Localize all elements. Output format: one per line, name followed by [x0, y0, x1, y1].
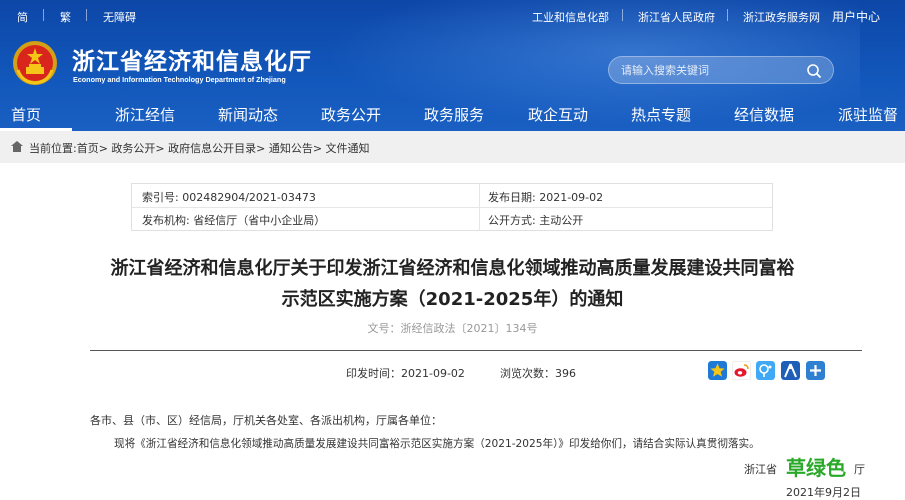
salutation: 各市、县（市、区）经信局，厅机关各处室、各派出机构，厅属各单位：: [90, 414, 442, 427]
signature: 浙江省: [744, 463, 777, 476]
nav-item-news[interactable]: 新闻动态: [218, 104, 278, 125]
traditional-chinese-link[interactable]: 繁: [60, 9, 71, 25]
nav-item-home[interactable]: 首页: [11, 104, 41, 125]
site-subtitle: Economy and Information Technology Depar…: [73, 75, 286, 84]
separator: [622, 9, 623, 21]
separator: [727, 9, 728, 21]
nav-item-zhejiang-jingxin[interactable]: 浙江经信: [115, 104, 175, 125]
simplified-chinese-link[interactable]: 简: [17, 9, 28, 25]
meta-disclosure: 公开方式: 主动公开: [488, 214, 584, 227]
separator: [86, 9, 87, 21]
nav-item-data[interactable]: 经信数据: [734, 104, 794, 125]
top-utility-bar: 简 繁 无障碍 工业和信息化部 浙江省人民政府 浙江政务服务网 用户中心: [0, 0, 905, 32]
site-header: 简 繁 无障碍 工业和信息化部 浙江省人民政府 浙江政务服务网 用户中心 浙江省…: [0, 0, 905, 131]
breadcrumb-text[interactable]: 当前位置:首页> 政务公开> 政府信息公开目录> 通知公告> 文件通知: [29, 140, 370, 156]
home-icon: [11, 141, 23, 152]
qzone-star-icon[interactable]: [708, 361, 727, 380]
search-box: [608, 56, 834, 84]
site-title[interactable]: 浙江省经济和信息化厅: [72, 42, 312, 76]
nav-item-hot-topics[interactable]: 热点专题: [631, 104, 691, 125]
document-number: 文号：浙经信政法〔2021〕134号: [367, 322, 538, 335]
meta-issuer: 发布机构: 省经信厅（省中小企业局）: [142, 214, 326, 227]
search-input[interactable]: [621, 62, 801, 79]
sign-date: 2021年9月2日: [786, 486, 861, 499]
zj-service-link[interactable]: 浙江政务服务网: [743, 9, 820, 25]
meta-publish-date: 发布日期: 2021-09-02: [488, 191, 604, 204]
user-center-link[interactable]: 用户中心: [832, 8, 880, 25]
renren-icon[interactable]: [781, 361, 800, 380]
signature-tail: 厅: [854, 463, 865, 476]
nav-item-interaction[interactable]: 政企互动: [528, 104, 588, 125]
search-icon[interactable]: [806, 63, 822, 79]
divider: [132, 207, 772, 208]
watermark-text: 草绿色: [786, 456, 846, 480]
title-divider: [90, 350, 862, 351]
nav-item-supervision[interactable]: 派驻监督: [838, 104, 898, 125]
nav-item-gov-affairs[interactable]: 政务公开: [321, 104, 381, 125]
divider: [479, 184, 480, 230]
breadcrumb: 当前位置:首页> 政务公开> 政府信息公开目录> 通知公告> 文件通知: [0, 131, 905, 163]
nav-item-gov-services[interactable]: 政务服务: [424, 104, 484, 125]
accessibility-link[interactable]: 无障碍: [103, 9, 136, 25]
national-emblem-icon: [13, 41, 57, 85]
document-meta-table: 索引号: 002482904/2021-03473 发布日期: 2021-09-…: [131, 183, 773, 231]
document-title-line2: 示范区实施方案（2021-2025年）的通知: [281, 289, 624, 310]
body-paragraph: 现将《浙江省经济和信息化领域推动高质量发展建设共同富裕示范区实施方案（2021-…: [114, 438, 760, 450]
print-time: 印发时间：2021-09-02: [346, 367, 465, 380]
miit-link[interactable]: 工业和信息化部: [532, 9, 609, 25]
more-share-icon[interactable]: [806, 361, 825, 380]
view-count: 浏览次数：396: [500, 367, 576, 380]
main-nav: 首页 浙江经信 新闻动态 政务公开 政务服务 政企互动 热点专题 经信数据 派驻…: [0, 97, 905, 131]
weibo-icon[interactable]: [732, 361, 751, 380]
separator: [43, 9, 44, 21]
meta-index-number: 索引号: 002482904/2021-03473: [142, 191, 316, 204]
zj-gov-link[interactable]: 浙江省人民政府: [638, 9, 715, 25]
document-title-line1: 浙江省经济和信息化厅关于印发浙江省经济和信息化领域推动高质量发展建设共同富裕: [110, 258, 795, 279]
tencent-weibo-icon[interactable]: [756, 361, 775, 380]
